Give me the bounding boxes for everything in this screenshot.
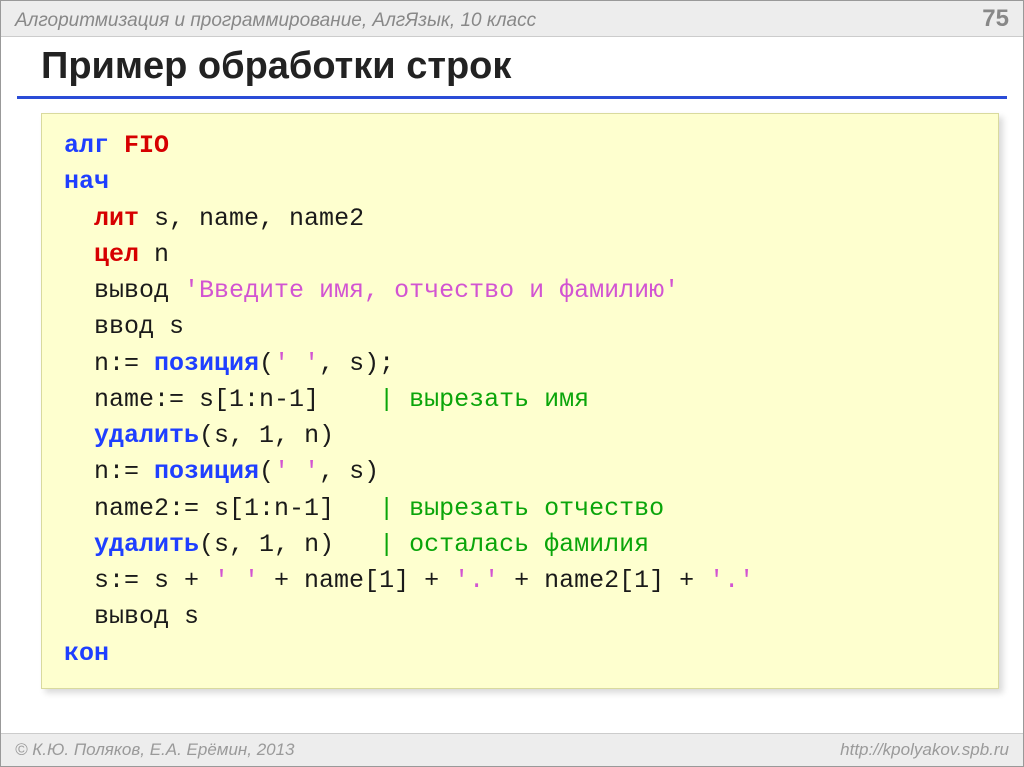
- subject-label: Алгоритмизация и программирование, АлгЯз…: [15, 10, 536, 32]
- l13-str3: '.': [709, 566, 754, 595]
- decl-strings: s, name, name2: [139, 204, 364, 233]
- kw-alg: алг: [64, 131, 109, 160]
- l10-str: ' ': [274, 457, 319, 486]
- content-area: алг FIO нач лит s, name, name2 цел n выв…: [1, 99, 1023, 733]
- l10-pre: n:=: [64, 457, 154, 486]
- stmt-input: ввод s: [64, 312, 184, 341]
- l10-open: (: [259, 457, 274, 486]
- kw-end: кон: [64, 639, 109, 668]
- l9-args: (s, 1, n): [199, 421, 334, 450]
- l7-pre: n:=: [64, 349, 154, 378]
- alg-name: FIO: [109, 131, 169, 160]
- footer-link: http://kpolyakov.spb.ru: [840, 740, 1009, 760]
- l13-str1: ' ': [214, 566, 259, 595]
- l12-indent: [64, 530, 94, 559]
- stmt-output2: вывод s: [64, 602, 199, 631]
- kw-lit: лит: [94, 204, 139, 233]
- l7-open: (: [259, 349, 274, 378]
- l12-comment: | осталась фамилия: [379, 530, 649, 559]
- prompt-string: 'Введите имя, отчество и фамилию': [184, 276, 679, 305]
- l13-a: s:= s +: [64, 566, 214, 595]
- slide: Алгоритмизация и программирование, АлгЯз…: [0, 0, 1024, 767]
- func-del1: удалить: [94, 421, 199, 450]
- page-number: 75: [982, 5, 1009, 33]
- l11-code: name2:= s[1:n-1]: [64, 494, 379, 523]
- decl-int: n: [139, 240, 169, 269]
- slide-footer: © К.Ю. Поляков, Е.А. Ерёмин, 2013 http:/…: [1, 733, 1023, 766]
- stmt-output: вывод: [64, 276, 184, 305]
- func-pos1: позиция: [154, 349, 259, 378]
- l8-comment: | вырезать имя: [379, 385, 589, 414]
- l11-comment: | вырезать отчество: [379, 494, 664, 523]
- l8-code: name:= s[1:n-1]: [64, 385, 379, 414]
- l9-indent: [64, 421, 94, 450]
- l12-args: (s, 1, n): [199, 530, 379, 559]
- func-pos2: позиция: [154, 457, 259, 486]
- l10-rest: , s): [319, 457, 379, 486]
- l7-str: ' ': [274, 349, 319, 378]
- copyright: © К.Ю. Поляков, Е.А. Ерёмин, 2013: [15, 740, 295, 760]
- l13-c: + name[1] +: [259, 566, 454, 595]
- l7-rest: , s);: [319, 349, 394, 378]
- l13-e: + name2[1] +: [499, 566, 709, 595]
- title-block: Пример обработки строк: [1, 37, 1023, 99]
- func-del2: удалить: [94, 530, 199, 559]
- kw-int: цел: [94, 240, 139, 269]
- page-title: Пример обработки строк: [1, 45, 1023, 92]
- slide-header: Алгоритмизация и программирование, АлгЯз…: [1, 1, 1023, 37]
- l13-str2: '.': [454, 566, 499, 595]
- code-block: алг FIO нач лит s, name, name2 цел n выв…: [41, 113, 999, 689]
- kw-begin: нач: [64, 167, 109, 196]
